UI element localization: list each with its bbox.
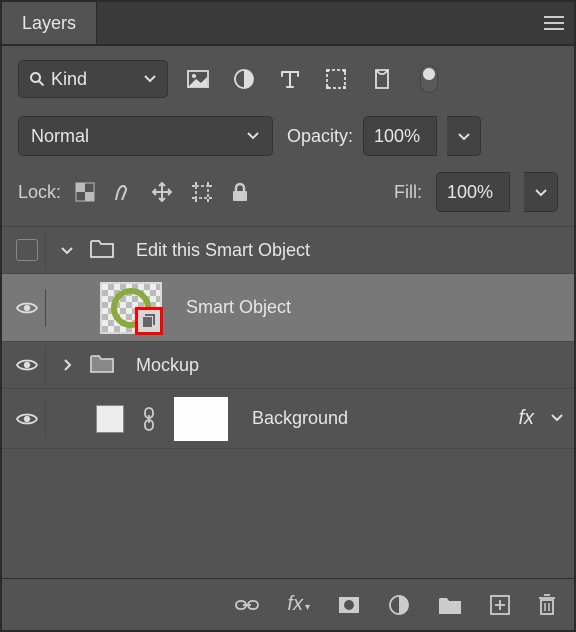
filter-type-text-icon[interactable] [278,67,302,91]
layers-panel: Layers Kind [0,0,576,632]
opacity-label: Opacity: [287,126,353,147]
chevron-down-icon [246,126,260,147]
layer-name: Background [252,408,348,429]
fill-field[interactable]: 100% [436,172,510,212]
folder-icon [90,353,114,378]
link-icon [142,407,156,431]
fill-label: Fill: [394,182,422,203]
layer-thumbnail[interactable] [100,282,162,334]
visibility-toggle[interactable] [8,346,46,384]
filter-kind-select[interactable]: Kind [18,60,168,98]
panel-menu-button[interactable] [534,2,574,44]
lock-row: Lock: Fill: 100% [2,166,574,227]
panel-title: Layers [22,13,76,34]
layers-tab[interactable]: Layers [2,2,97,44]
filter-kind-label: Kind [51,69,87,90]
filter-smartobject-icon[interactable] [370,67,394,91]
chevron-down-icon[interactable] [550,408,564,429]
layer-mask-thumbnail[interactable] [174,397,228,441]
blend-row: Normal Opacity: 100% [2,108,574,166]
filter-shape-icon[interactable] [324,67,348,91]
lock-artboard-icon[interactable] [191,181,213,203]
opacity-value: 100% [374,126,420,147]
chevron-down-icon [143,69,157,90]
lock-all-icon[interactable] [231,182,249,202]
lock-image-icon[interactable] [113,182,133,202]
blend-mode-value: Normal [31,126,89,147]
adjustment-layer-button[interactable] [388,594,410,616]
filter-pixel-icon[interactable] [186,67,210,91]
smart-object-badge [135,307,163,335]
layer-name: Smart Object [186,297,291,318]
layer-row[interactable]: Background fx [2,389,574,449]
search-icon [29,71,45,87]
link-layers-button[interactable] [235,597,259,613]
opacity-field[interactable]: 100% [363,116,437,156]
visibility-toggle[interactable] [8,400,46,438]
lock-transparent-icon[interactable] [75,182,95,202]
delete-layer-button[interactable] [538,594,556,616]
fill-value: 100% [447,182,493,203]
panel-footer: fx▾ [2,578,574,630]
blend-mode-select[interactable]: Normal [18,116,273,156]
layer-name: Mockup [136,355,199,376]
filter-type-icons [186,65,438,93]
opacity-stepper[interactable] [447,116,481,156]
layer-row-selected[interactable]: Smart Object [2,274,574,342]
filter-toggle[interactable] [420,65,438,93]
new-layer-button[interactable] [490,595,510,615]
chevron-right-icon[interactable] [60,358,74,372]
chevron-down-icon[interactable] [60,243,74,257]
folder-icon [90,238,114,263]
layer-group-row[interactable]: Edit this Smart Object [2,227,574,274]
layer-style-button[interactable]: fx▾ [287,593,310,616]
new-group-button[interactable] [438,595,462,615]
layer-name: Edit this Smart Object [136,240,310,261]
visibility-off-icon [16,239,38,261]
panel-titlebar: Layers [2,2,574,46]
fill-stepper[interactable] [524,172,558,212]
visibility-toggle[interactable] [8,231,46,269]
visibility-toggle[interactable] [8,289,46,327]
filter-adjustment-icon[interactable] [232,67,256,91]
lock-label: Lock: [18,182,61,203]
filter-row: Kind [2,46,574,108]
layer-mask-button[interactable] [338,596,360,614]
layer-group-row[interactable]: Mockup [2,342,574,389]
layer-fx-label[interactable]: fx [518,407,534,430]
layers-list: Edit this Smart Object Smart Object [2,227,574,578]
layer-thumbnail-small[interactable] [96,405,124,433]
lock-position-icon[interactable] [151,181,173,203]
